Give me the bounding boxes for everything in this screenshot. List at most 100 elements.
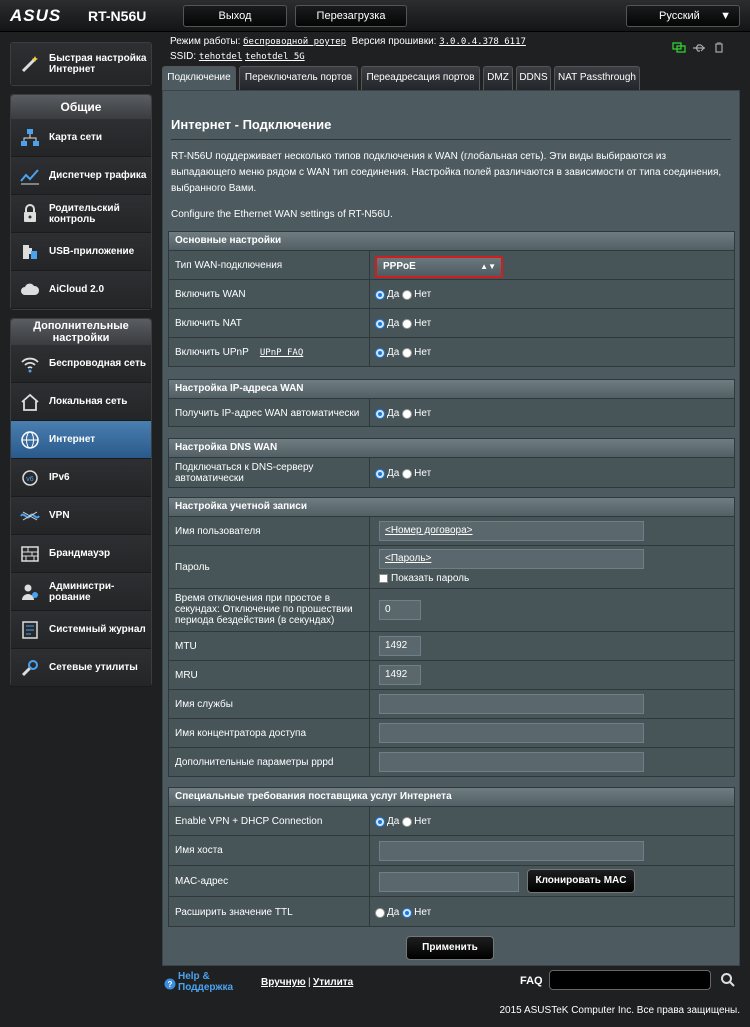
usb-app-icon xyxy=(19,241,41,263)
tab-ddns[interactable]: DDNS xyxy=(516,66,551,90)
usb-plug-icon[interactable] xyxy=(712,42,726,54)
hostname-input[interactable] xyxy=(379,841,644,861)
tab-connection[interactable]: Подключение xyxy=(162,66,236,92)
ssid-label: SSID: xyxy=(170,51,197,62)
select-arrows-icon: ▲▼ xyxy=(480,262,496,271)
account-section: Настройка учетной записи Имя пользовател… xyxy=(168,497,735,777)
field-label: Имя службы xyxy=(175,699,233,710)
sidebar-item-label: Быстрая настройка Интернет xyxy=(49,53,147,75)
ssid-link-2[interactable]: tehotdel_5G xyxy=(245,52,305,62)
sidebar-item-label: USB-приложение xyxy=(49,246,135,257)
radio-group: Да Нет xyxy=(375,468,431,479)
sidebar-item-firewall[interactable]: Брандмауэр xyxy=(11,535,151,573)
language-value: Русский xyxy=(659,10,700,22)
sidebar-item-globe[interactable]: Интернет xyxy=(11,421,151,459)
sidebar-item-admin[interactable]: Администри-рование xyxy=(11,573,151,611)
radio-label: Нет xyxy=(414,907,432,918)
faq-search-input[interactable] xyxy=(549,970,711,990)
field-label: Enable VPN + DHCP Connection xyxy=(175,816,323,827)
reboot-button[interactable]: Перезагрузка xyxy=(295,5,407,27)
sidebar-item-usb-app[interactable]: USB-приложение xyxy=(11,233,151,271)
general-heading: Общие xyxy=(11,95,151,119)
sidebar-item-label: VPN xyxy=(49,510,70,521)
pppd-input[interactable] xyxy=(379,752,644,772)
basic-settings-section: Основные настройки Тип WAN-подключения P… xyxy=(168,231,735,367)
sidebar-item-vpn[interactable]: VPN xyxy=(11,497,151,535)
sidebar-item-label: Администри-рование xyxy=(49,580,115,603)
username-input[interactable]: <Номер договора> xyxy=(379,521,644,541)
radio-no[interactable] xyxy=(402,347,413,358)
sidebar-item-log[interactable]: Системный журнал xyxy=(11,611,151,649)
field-label: MTU xyxy=(175,641,197,652)
vpn-icon xyxy=(19,505,41,527)
sidebar-item-label: Карта сети xyxy=(49,132,103,143)
logout-button[interactable]: Выход xyxy=(183,5,287,27)
field-label: MRU xyxy=(175,670,198,681)
mac-input[interactable] xyxy=(379,872,519,892)
sidebar-item-home[interactable]: Локальная сеть xyxy=(11,383,151,421)
upnp-faq-link[interactable]: UPnP FAQ xyxy=(260,348,303,358)
field-label: Включить NAT xyxy=(175,318,242,329)
radio-yes[interactable] xyxy=(375,907,385,918)
language-select[interactable]: Русский ▼ xyxy=(626,5,740,27)
section-heading: Специальные требования поставщика услуг … xyxy=(169,788,734,806)
section-heading: Настройка DNS WAN xyxy=(169,439,734,457)
svg-text:?: ? xyxy=(168,980,173,989)
radio-no[interactable] xyxy=(402,468,413,479)
radio-label: Нет xyxy=(414,816,432,827)
show-password-checkbox[interactable] xyxy=(379,574,388,583)
radio-yes[interactable] xyxy=(375,468,385,479)
service-name-input[interactable] xyxy=(379,694,644,714)
auto-dns-row: Подключаться к DNS-серверу автоматически… xyxy=(169,457,734,487)
mac-row: MAC-адрес Клонировать MAC xyxy=(169,865,734,896)
tab-nat-passthrough[interactable]: NAT Passthrough xyxy=(554,66,640,90)
wan-type-select[interactable]: PPPoE ▲▼ xyxy=(375,256,503,278)
sidebar-item-network-map[interactable]: Карта сети xyxy=(11,119,151,157)
sidebar-item-ipv6[interactable]: v6 IPv6 xyxy=(11,459,151,497)
sidebar-item-cloud[interactable]: AiCloud 2.0 xyxy=(11,271,151,309)
radio-no[interactable] xyxy=(402,289,413,300)
radio-label: Да xyxy=(387,816,400,827)
radio-no[interactable] xyxy=(402,408,413,419)
radio-yes[interactable] xyxy=(375,347,385,358)
search-icon[interactable] xyxy=(720,972,736,988)
password-input[interactable]: <Пароль> xyxy=(379,549,644,569)
clone-mac-button[interactable]: Клонировать MAC xyxy=(527,869,635,893)
tab-port-switch[interactable]: Переключатель портов xyxy=(239,66,358,90)
sidebar-item-traffic[interactable]: Диспетчер трафика xyxy=(11,157,151,195)
network-map-icon xyxy=(19,127,41,149)
tab-dmz[interactable]: DMZ xyxy=(483,66,513,90)
network-status-icon[interactable] xyxy=(672,42,686,54)
usb-status-icon[interactable] xyxy=(692,42,706,54)
ssid-line: SSID: tehotdel tehotdel_5G xyxy=(170,51,305,62)
op-mode-link[interactable]: беспроводной роутер xyxy=(243,37,346,47)
mru-input[interactable]: 1492 xyxy=(379,665,421,685)
radio-yes[interactable] xyxy=(375,408,385,419)
radio-no[interactable] xyxy=(402,907,413,918)
radio-yes[interactable] xyxy=(375,289,385,300)
help-support-link[interactable]: Help & Поддержка xyxy=(178,971,240,993)
radio-yes[interactable] xyxy=(375,816,385,827)
sidebar-item-wireless[interactable]: Беспроводная сеть xyxy=(11,345,151,383)
admin-icon xyxy=(19,581,41,603)
parental-icon xyxy=(19,203,41,225)
firmware-link[interactable]: 3.0.0.4.378_6117 xyxy=(439,37,526,47)
idle-time-input[interactable]: 0 xyxy=(379,600,421,620)
mtu-row: MTU 1492 xyxy=(169,631,734,660)
page-title: Интернет - Подключение xyxy=(171,117,332,132)
sidebar-item-quick-setup[interactable]: Быстрая настройка Интернет xyxy=(11,43,151,85)
manual-link[interactable]: Вручную xyxy=(261,977,306,988)
sidebar-item-tools[interactable]: Сетевые утилиты xyxy=(11,649,151,687)
tab-port-forwarding[interactable]: Переадресация портов xyxy=(361,66,480,90)
apply-button[interactable]: Применить xyxy=(406,936,494,960)
utility-link[interactable]: Утилита xyxy=(313,977,353,988)
ac-name-input[interactable] xyxy=(379,723,644,743)
mtu-input[interactable]: 1492 xyxy=(379,636,421,656)
sidebar-item-parental[interactable]: Родительский контроль xyxy=(11,195,151,233)
wireless-icon xyxy=(19,353,41,375)
radio-yes[interactable] xyxy=(375,318,385,329)
radio-no[interactable] xyxy=(402,816,413,827)
radio-no[interactable] xyxy=(402,318,413,329)
ssid-link-1[interactable]: tehotdel xyxy=(199,52,242,62)
firewall-icon xyxy=(19,543,41,565)
